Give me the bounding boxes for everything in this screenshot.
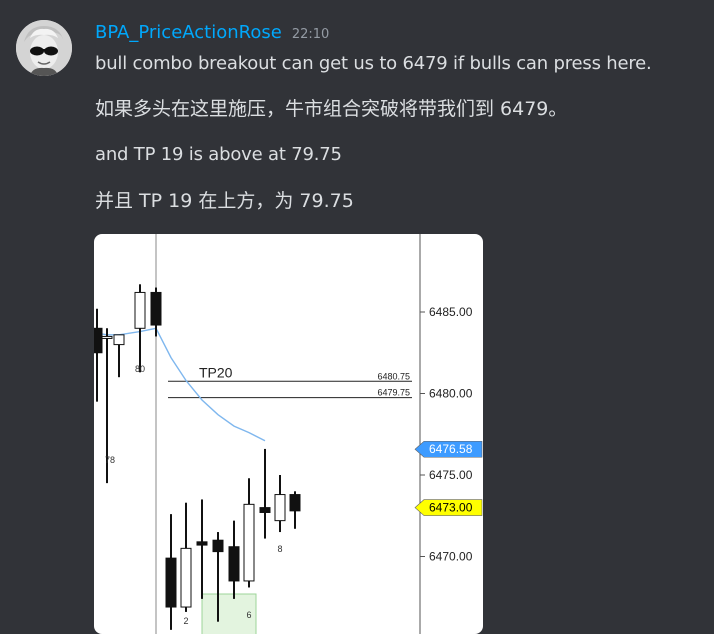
target-title: TP20 <box>199 364 233 380</box>
price-tag-label: 6476.58 <box>429 442 473 456</box>
bear-candle <box>212 539 224 553</box>
message-line: and TP 19 is above at 79.75 <box>95 144 342 165</box>
message-line-translation: 并且 TP 19 在上方，为 79.75 <box>95 190 354 212</box>
bear-candle <box>228 546 240 582</box>
price-tick-label: 6470.00 <box>429 550 473 564</box>
chart-image-attachment[interactable]: 6480.75 6479.75 TP20 80 78 2 6 8 6485.00 6480.00 6… <box>94 234 483 634</box>
bar-count-label: 8 <box>277 544 282 554</box>
message-header: BPA_PriceActionRose 22:10 <box>95 22 329 46</box>
price-tick-label: 6475.00 <box>429 468 473 482</box>
timestamp[interactable]: 22:10 <box>292 27 329 42</box>
bear-candle <box>94 327 103 354</box>
bull-candle <box>274 494 286 522</box>
message-line-translation: 如果多头在这里施压，牛市组合突破将带我们到 6479。 <box>95 98 568 120</box>
bear-candle <box>165 557 177 608</box>
bar-count-label: 80 <box>135 364 145 374</box>
target-line-label: 6479.75 <box>377 388 410 398</box>
username[interactable]: BPA_PriceActionRose <box>95 22 282 43</box>
price-tick-label: 6485.00 <box>429 305 473 319</box>
message-line: bull combo breakout can get us to 6479 i… <box>95 53 652 74</box>
bear-candle <box>196 541 208 546</box>
price-tag-label: 6473.00 <box>429 501 473 515</box>
ema-line <box>96 327 266 442</box>
bull-candle <box>180 547 192 608</box>
bar-count-label: 6 <box>246 610 251 620</box>
bull-candle <box>243 503 255 582</box>
bear-candle <box>150 291 162 326</box>
target-line-label: 6480.75 <box>377 371 410 381</box>
avatar-image <box>16 20 72 76</box>
bear-candle <box>289 494 301 512</box>
user-avatar[interactable] <box>16 20 72 76</box>
bull-candle <box>134 291 146 329</box>
price-chart: 6480.756479.75TP2080782686485.006480.006… <box>94 234 483 634</box>
price-tick-label: 6480.00 <box>429 387 473 401</box>
bull-candle <box>113 334 125 346</box>
bear-candle <box>259 507 271 513</box>
bar-count-label: 78 <box>105 455 115 465</box>
bull-candle <box>101 335 113 339</box>
